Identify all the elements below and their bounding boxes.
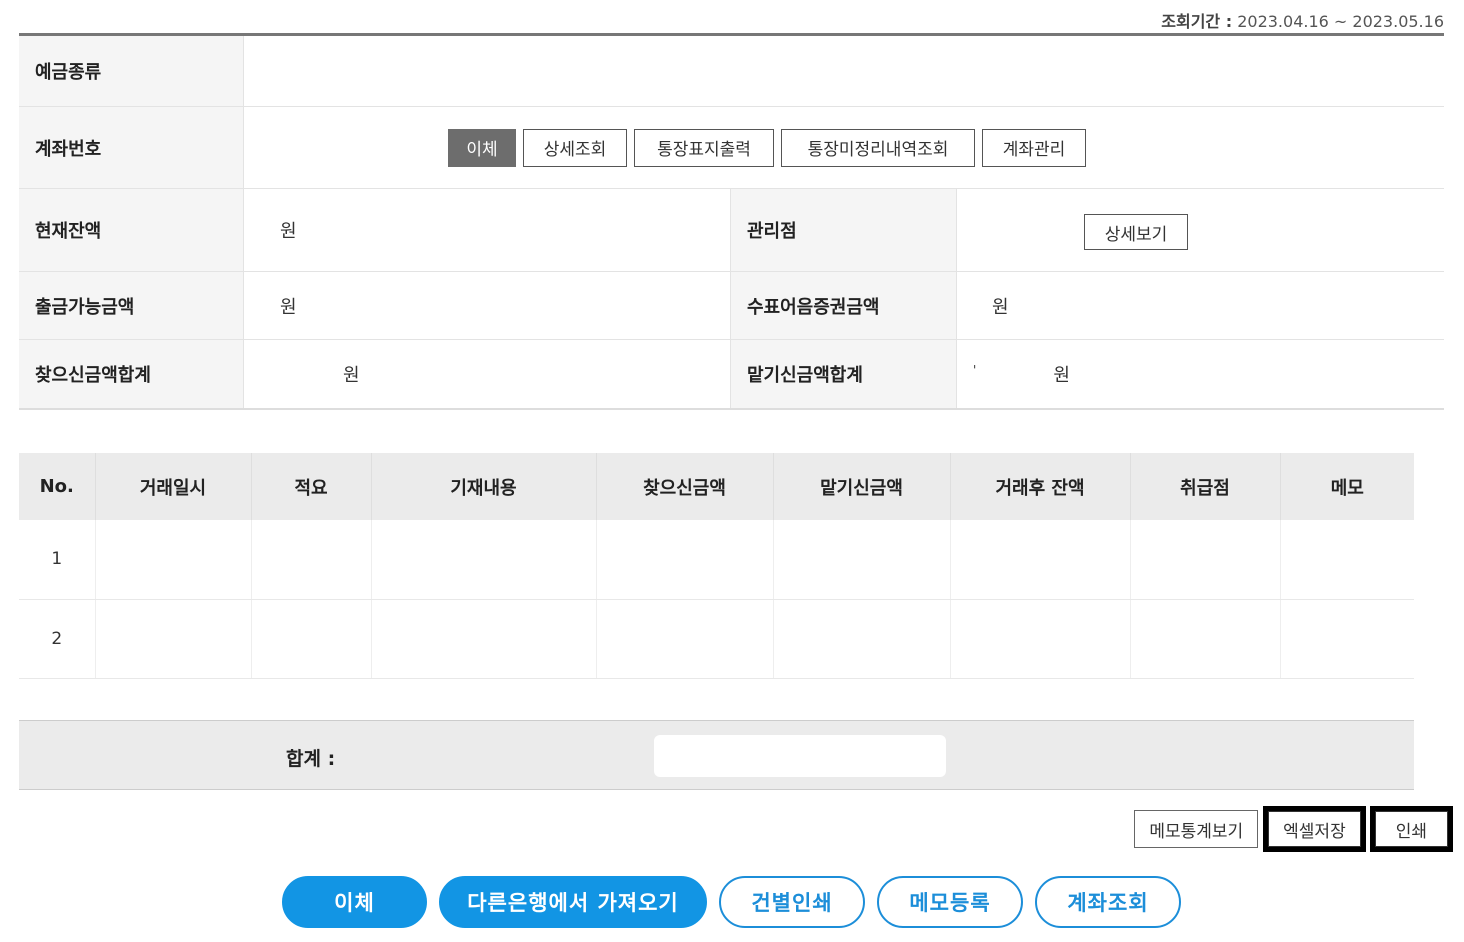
- col-deposit: 맡기신금액: [772, 453, 950, 520]
- account-management-button[interactable]: 계좌관리: [982, 128, 1086, 167]
- memo-register-button[interactable]: 메모등록: [877, 876, 1023, 928]
- col-description: 기재내용: [370, 453, 596, 520]
- row-balance: 현재잔액 원 관리점 상세보기: [19, 189, 1444, 272]
- check-amount-label: 수표어음증권금액: [731, 272, 957, 339]
- utility-buttons: 메모통계보기 엑셀저장 인쇄: [1134, 806, 1454, 852]
- col-branch: 취급점: [1129, 453, 1280, 520]
- row-account-number: 계좌번호 이체 상세조회 통장표지출력 통장미정리내역조회 계좌관리: [19, 107, 1444, 189]
- row-totals: 찾으신금액합계 원 맡기신금액합계 ' 원: [19, 340, 1444, 410]
- available-amount-value: 원: [244, 272, 731, 339]
- excel-save-button[interactable]: 엑셀저장: [1263, 806, 1366, 852]
- balance-unit: 원: [280, 221, 297, 242]
- row-number: 2: [19, 599, 95, 679]
- branch-value: 상세보기: [957, 189, 1444, 271]
- balance-label: 현재잔액: [19, 189, 244, 271]
- available-unit: 원: [280, 296, 297, 318]
- unrecorded-history-button[interactable]: 통장미정리내역조회: [781, 128, 975, 167]
- deposit-total-mark: ': [973, 363, 977, 377]
- check-unit: 원: [992, 296, 1009, 318]
- memo-stats-button[interactable]: 메모통계보기: [1134, 810, 1259, 848]
- withdraw-total-unit: 원: [343, 365, 360, 386]
- total-value-box: [654, 735, 946, 777]
- table-row[interactable]: 2: [19, 599, 1414, 679]
- col-datetime: 거래일시: [94, 453, 251, 520]
- bottom-action-buttons: 이체 다른은행에서 가져오기 건별인쇄 메모등록 계좌조회: [282, 876, 1181, 928]
- deposit-type-label: 예금종류: [19, 36, 244, 106]
- period-label: 조회기간 :: [1161, 12, 1233, 31]
- deposit-total-value: ' 원: [957, 340, 1444, 408]
- account-action-buttons: 이체 상세조회 통장표지출력 통장미정리내역조회 계좌관리: [244, 107, 1444, 188]
- total-label: 합계 :: [286, 748, 336, 770]
- transfer-button[interactable]: 이체: [282, 876, 427, 928]
- withdraw-total-label: 찾으신금액합계: [19, 340, 244, 408]
- account-inquiry-button[interactable]: 계좌조회: [1035, 876, 1181, 928]
- print-each-button[interactable]: 건별인쇄: [719, 876, 865, 928]
- print-button[interactable]: 인쇄: [1369, 806, 1454, 852]
- deposit-total-unit: 원: [1053, 365, 1070, 386]
- transaction-table: No. 거래일시 적요 기재내용 찾으신금액 맡기신금액 거래후 잔액 취급점 …: [19, 453, 1414, 679]
- total-bar: 합계 :: [19, 720, 1414, 790]
- col-summary: 적요: [250, 453, 371, 520]
- withdraw-total-value: 원: [244, 340, 731, 408]
- check-amount-value: 원: [957, 272, 1444, 339]
- table-row[interactable]: 1: [19, 520, 1414, 600]
- col-no: No.: [19, 453, 95, 520]
- period-value: 2023.04.16 ~ 2023.05.16: [1237, 12, 1444, 31]
- account-number-label: 계좌번호: [19, 107, 244, 188]
- col-memo: 메모: [1279, 453, 1414, 520]
- deposit-total-label: 맡기신금액합계: [731, 340, 957, 408]
- available-amount-label: 출금가능금액: [19, 272, 244, 339]
- inquiry-period: 조회기간 : 2023.04.16 ~ 2023.05.16: [1161, 8, 1444, 32]
- balance-value: 원: [244, 189, 731, 271]
- passbook-cover-print-button[interactable]: 통장표지출력: [634, 128, 774, 167]
- branch-label: 관리점: [731, 189, 957, 271]
- table-header-row: No. 거래일시 적요 기재내용 찾으신금액 맡기신금액 거래후 잔액 취급점 …: [19, 453, 1414, 520]
- deposit-type-value: [244, 36, 1444, 106]
- col-withdrawal: 찾으신금액: [595, 453, 773, 520]
- transfer-tab-button[interactable]: 이체: [448, 128, 516, 167]
- import-other-bank-button[interactable]: 다른은행에서 가져오기: [439, 876, 707, 928]
- account-info-table: 예금종류 계좌번호 이체 상세조회 통장표지출력 통장미정리내역조회 계좌관리 …: [19, 33, 1444, 410]
- row-deposit-type: 예금종류: [19, 36, 1444, 107]
- detail-inquiry-button[interactable]: 상세조회: [523, 128, 627, 167]
- col-balance-after: 거래후 잔액: [949, 453, 1130, 520]
- row-number: 1: [19, 520, 95, 600]
- row-available: 출금가능금액 원 수표어음증권금액 원: [19, 272, 1444, 340]
- branch-detail-button[interactable]: 상세보기: [1084, 214, 1188, 250]
